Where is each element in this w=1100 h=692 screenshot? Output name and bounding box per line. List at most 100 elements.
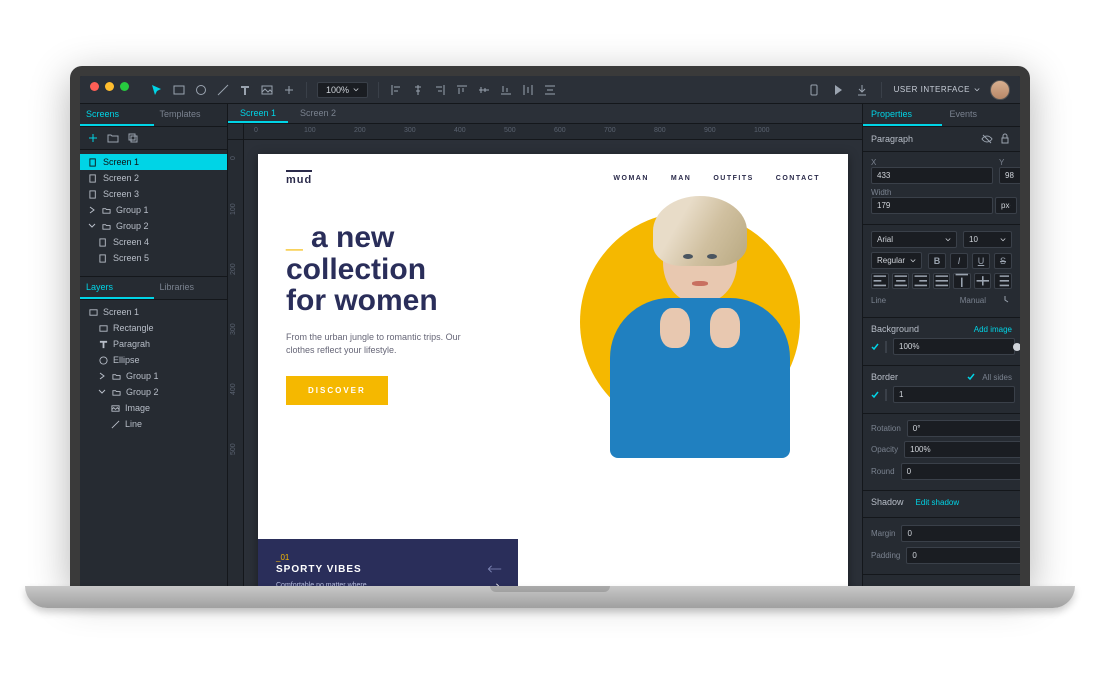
- visibility-icon[interactable]: [980, 132, 994, 146]
- width-input[interactable]: [871, 197, 993, 214]
- line-tool-icon[interactable]: [216, 83, 230, 97]
- italic-icon[interactable]: I: [950, 253, 968, 269]
- layer-item[interactable]: Group 1: [80, 368, 227, 384]
- project-dropdown[interactable]: USER INTERFACE: [894, 85, 980, 94]
- device-preview-icon[interactable]: [807, 83, 821, 97]
- card-number: _01: [276, 553, 500, 562]
- distribute-h-icon[interactable]: [521, 83, 535, 97]
- site-nav: WOMAN MAN OUTFITS CONTACT: [613, 175, 820, 182]
- maximize-window-icon[interactable]: [120, 82, 129, 91]
- prev-arrow-icon[interactable]: [486, 564, 502, 574]
- rotation-input[interactable]: [907, 420, 1020, 437]
- align-middle-v-icon[interactable]: [477, 83, 491, 97]
- padding-input[interactable]: [906, 547, 1020, 564]
- text-tool-icon[interactable]: [238, 83, 252, 97]
- tab-libraries[interactable]: Libraries: [154, 277, 228, 299]
- tab-templates[interactable]: Templates: [154, 104, 228, 126]
- canvas[interactable]: 01002003004005006007008009001000 0100200…: [228, 124, 862, 586]
- bg-enabled-check[interactable]: [871, 342, 879, 352]
- bold-icon[interactable]: B: [928, 253, 946, 269]
- bg-opacity-input[interactable]: [893, 338, 1015, 355]
- layer-item[interactable]: Rectangle: [80, 320, 227, 336]
- border-allsides-check[interactable]: [966, 372, 976, 382]
- window-traffic-lights[interactable]: [90, 82, 129, 91]
- list-icon[interactable]: [994, 273, 1012, 289]
- rectangle-tool-icon[interactable]: [172, 83, 186, 97]
- image-tool-icon[interactable]: [260, 83, 274, 97]
- nav-link[interactable]: MAN: [671, 175, 691, 182]
- add-tool-icon[interactable]: [282, 83, 296, 97]
- tab-screens[interactable]: Screens: [80, 104, 154, 126]
- minimize-window-icon[interactable]: [105, 82, 114, 91]
- nav-link[interactable]: CONTACT: [776, 175, 820, 182]
- bg-color-swatch[interactable]: [885, 341, 887, 353]
- underline-icon[interactable]: U: [972, 253, 990, 269]
- close-window-icon[interactable]: [90, 82, 99, 91]
- ellipse-tool-icon[interactable]: [194, 83, 208, 97]
- play-icon[interactable]: [831, 83, 845, 97]
- layer-item[interactable]: Line: [80, 416, 227, 432]
- layer-item[interactable]: Screen 1: [80, 304, 227, 320]
- select-tool-icon[interactable]: [150, 83, 164, 97]
- edit-shadow-link[interactable]: Edit shadow: [916, 498, 960, 507]
- tab-events[interactable]: Events: [942, 104, 1021, 126]
- canvas-tab[interactable]: Screen 2: [288, 104, 348, 123]
- width-unit[interactable]: px: [995, 197, 1017, 214]
- align-bottom-icon[interactable]: [499, 83, 513, 97]
- folder-icon: [101, 205, 111, 215]
- zoom-selector[interactable]: 100%: [317, 82, 368, 98]
- align-left-text-icon[interactable]: [871, 273, 889, 289]
- lock-icon[interactable]: [998, 132, 1012, 146]
- layer-item[interactable]: Group 2: [80, 384, 227, 400]
- download-icon[interactable]: [855, 83, 869, 97]
- page-icon: [98, 237, 108, 247]
- group-item[interactable]: Group 1: [80, 202, 227, 218]
- screen-item[interactable]: Screen 2: [80, 170, 227, 186]
- user-avatar[interactable]: [990, 80, 1010, 100]
- align-center-h-icon[interactable]: [411, 83, 425, 97]
- duplicate-icon[interactable]: [126, 131, 140, 145]
- layer-item[interactable]: Ellipse: [80, 352, 227, 368]
- border-width-input[interactable]: [893, 386, 1015, 403]
- add-image-link[interactable]: Add image: [974, 325, 1012, 334]
- align-right-text-icon[interactable]: [912, 273, 930, 289]
- margin-input[interactable]: [901, 525, 1020, 542]
- distribute-v-icon[interactable]: [543, 83, 557, 97]
- nav-link[interactable]: OUTFITS: [713, 175, 753, 182]
- align-justify-text-icon[interactable]: [933, 273, 951, 289]
- screen-item[interactable]: Screen 5: [80, 250, 227, 266]
- opacity-input[interactable]: [904, 441, 1020, 458]
- layer-item[interactable]: Paragrah: [80, 336, 227, 352]
- more-text-icon[interactable]: [998, 293, 1012, 307]
- border-enabled-check[interactable]: [871, 390, 879, 400]
- artboard[interactable]: mud WOMAN MAN OUTFITS CONTACT: [258, 154, 848, 586]
- screen-item[interactable]: Screen 3: [80, 186, 227, 202]
- font-size-select[interactable]: 10: [963, 231, 1012, 248]
- font-weight-select[interactable]: Regular: [871, 252, 922, 269]
- page-icon: [98, 253, 108, 263]
- tab-layers[interactable]: Layers: [80, 277, 154, 299]
- nav-link[interactable]: WOMAN: [613, 175, 649, 182]
- border-color-swatch[interactable]: [885, 389, 887, 401]
- screen-item[interactable]: Screen 4: [80, 234, 227, 250]
- page-icon: [88, 157, 98, 167]
- valign-top-icon[interactable]: [953, 273, 971, 289]
- discover-button[interactable]: DISCOVER: [286, 376, 388, 405]
- tab-properties[interactable]: Properties: [863, 104, 942, 126]
- add-screen-icon[interactable]: [86, 131, 100, 145]
- align-left-icon[interactable]: [389, 83, 403, 97]
- canvas-tab[interactable]: Screen 1: [228, 104, 288, 123]
- strike-icon[interactable]: S: [994, 253, 1012, 269]
- screen-item[interactable]: Screen 1: [80, 154, 227, 170]
- folder-icon[interactable]: [106, 131, 120, 145]
- x-input[interactable]: [871, 167, 993, 184]
- valign-mid-icon[interactable]: [974, 273, 992, 289]
- align-right-icon[interactable]: [433, 83, 447, 97]
- align-center-text-icon[interactable]: [892, 273, 910, 289]
- align-top-icon[interactable]: [455, 83, 469, 97]
- layer-item[interactable]: Image: [80, 400, 227, 416]
- group-item[interactable]: Group 2: [80, 218, 227, 234]
- font-family-select[interactable]: Arial: [871, 231, 957, 248]
- round-input[interactable]: [901, 463, 1020, 480]
- y-input[interactable]: [999, 167, 1020, 184]
